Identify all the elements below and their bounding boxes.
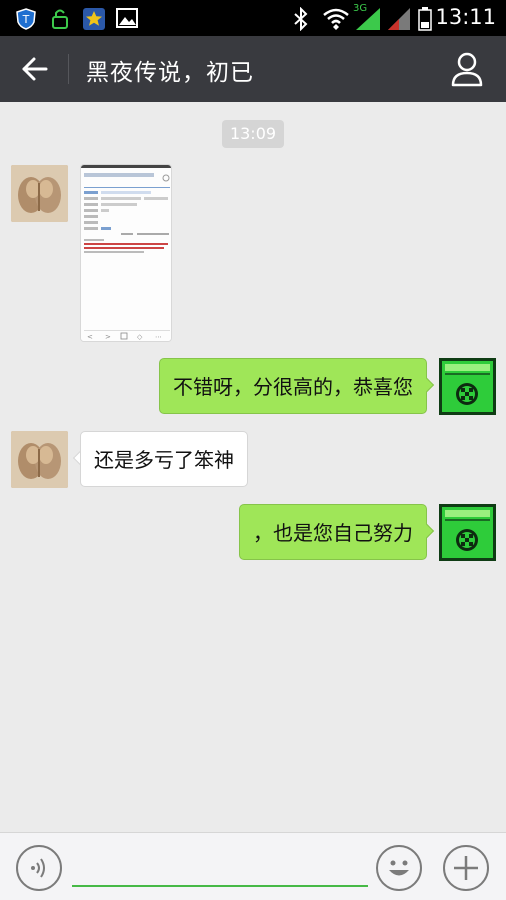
- battery-icon: [418, 7, 432, 31]
- svg-text:◇: ◇: [137, 333, 143, 341]
- chat-title: 黑夜传说，初已: [86, 60, 254, 86]
- svg-text:T: T: [22, 13, 30, 26]
- voice-button[interactable]: [16, 845, 62, 891]
- message-text: 还是多亏了笨神: [94, 448, 234, 472]
- incoming-message-bubble[interactable]: 还是多亏了笨神: [80, 431, 248, 487]
- bluetooth-icon: [294, 7, 308, 31]
- person-icon[interactable]: [450, 51, 484, 87]
- wifi-icon: [323, 8, 349, 30]
- my-avatar[interactable]: [439, 504, 496, 561]
- emoji-button[interactable]: [376, 845, 422, 891]
- message-timestamp: 13:09: [222, 120, 284, 148]
- outgoing-message-bubble[interactable]: ，也是您自己努力: [239, 504, 427, 560]
- status-bar: T 3G 13:11: [0, 0, 506, 36]
- message-text: ，也是您自己努力: [253, 521, 413, 545]
- chat-header: 黑夜传说，初已: [0, 36, 506, 102]
- contact-avatar[interactable]: [11, 431, 68, 488]
- signal-2-icon: [388, 8, 410, 30]
- status-time: 13:11: [435, 5, 496, 29]
- voice-icon: [31, 858, 45, 878]
- shield-icon: T: [16, 8, 36, 30]
- message-text: 不错呀，分很高的，恭喜您: [173, 375, 413, 399]
- input-bar: [0, 832, 506, 900]
- svg-text:<: <: [87, 333, 93, 341]
- lock-icon: [52, 9, 68, 29]
- screenshot-thumbnail: < > ◇ ⋯: [81, 165, 171, 341]
- title-divider: [68, 54, 69, 84]
- svg-text:⋯: ⋯: [155, 333, 162, 341]
- contact-avatar[interactable]: [11, 165, 68, 222]
- plus-icon: [454, 856, 478, 880]
- image-icon: [116, 8, 138, 28]
- image-message[interactable]: < > ◇ ⋯: [80, 164, 172, 342]
- more-button[interactable]: [443, 845, 489, 891]
- svg-text:>: >: [105, 333, 111, 341]
- outgoing-message-bubble[interactable]: 不错呀，分很高的，恭喜您: [159, 358, 427, 414]
- message-input[interactable]: [72, 847, 368, 887]
- signal-icon: [356, 8, 380, 30]
- star-app-icon: [83, 8, 105, 30]
- emoji-icon: [389, 860, 409, 876]
- my-avatar[interactable]: [439, 358, 496, 415]
- back-arrow-icon[interactable]: [14, 50, 54, 88]
